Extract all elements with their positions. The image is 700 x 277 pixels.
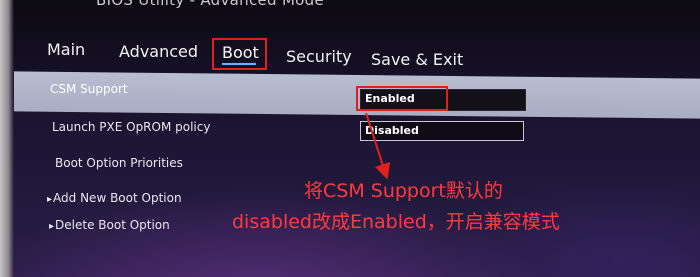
bios-screen: BIOS Utility - Advanced Mode Main Advanc… [0,0,700,277]
annotation-line-2: disabled改成Enabled，开启兼容模式 [232,211,560,233]
annotation-line-1: 将CSM Support默认的 [304,180,503,202]
